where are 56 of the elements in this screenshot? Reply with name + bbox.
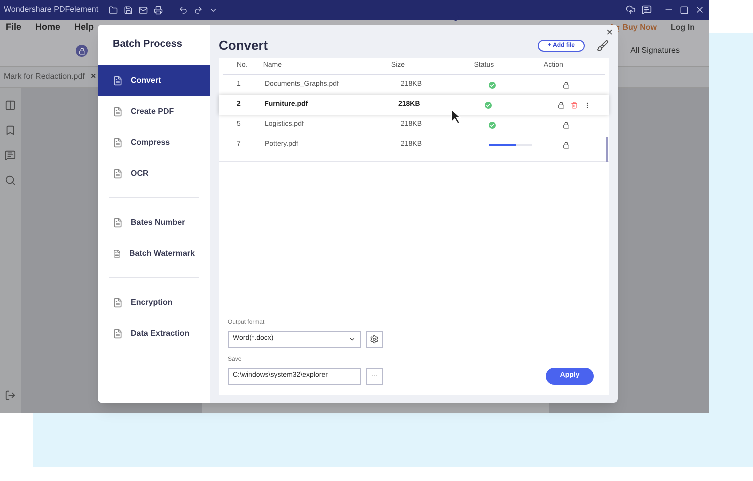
sidebar-item[interactable]: Compress	[98, 127, 210, 158]
close-icon[interactable]	[695, 5, 705, 15]
document-icon	[113, 138, 123, 148]
done-icon	[485, 102, 492, 108]
lock-icon[interactable]	[563, 142, 570, 148]
chevron-icon	[349, 336, 356, 343]
tab-close-button[interactable]: ×	[90, 70, 96, 84]
document-icon	[113, 106, 123, 116]
lock-icon[interactable]	[563, 82, 570, 88]
menu-item[interactable]: File	[6, 21, 22, 35]
menu-item[interactable]: Help	[74, 21, 94, 35]
dialog-title: Batch Process	[112, 38, 184, 52]
gear-icon	[370, 335, 379, 344]
lock-icon[interactable]	[558, 102, 566, 108]
comment-icon[interactable]	[5, 150, 16, 161]
document-icon	[113, 218, 123, 228]
lock-icon[interactable]	[76, 45, 88, 57]
all-signatures-button[interactable]: All Signatures	[630, 45, 680, 57]
undo-icon[interactable]	[178, 6, 188, 14]
brush-icon[interactable]	[597, 40, 609, 52]
sidebar-item[interactable]: OCR	[98, 158, 210, 189]
redo-icon[interactable]	[194, 6, 203, 14]
sidebar-item[interactable]: Bates Number	[98, 207, 210, 238]
mail-icon[interactable]	[138, 6, 148, 14]
exit-icon[interactable]	[5, 390, 16, 401]
lock-icon[interactable]	[563, 122, 570, 128]
document-icon	[113, 298, 123, 308]
folder-icon[interactable]	[108, 6, 118, 14]
close-button[interactable]: ×	[606, 25, 613, 42]
done-icon	[489, 122, 496, 128]
cursor-icon	[451, 109, 463, 125]
settings-button[interactable]	[366, 331, 383, 348]
document-icon	[113, 76, 123, 86]
document-icon	[113, 328, 123, 338]
printer-icon[interactable]	[154, 6, 163, 14]
sidebar-item[interactable]: Batch Watermark	[98, 238, 210, 269]
sidebar-item[interactable]: Create PDF	[98, 96, 210, 127]
sidebar-item[interactable]: Encryption	[98, 287, 210, 318]
maximize-icon[interactable]	[680, 6, 689, 14]
document-icon	[113, 168, 123, 178]
message-icon[interactable]	[642, 5, 652, 15]
app-title: Wondershare PDFelement	[4, 4, 99, 16]
scrollbar	[606, 137, 608, 162]
bookmark-icon[interactable]	[5, 125, 16, 136]
thumbnails-icon[interactable]	[5, 100, 16, 111]
save-icon[interactable]	[124, 6, 133, 14]
sidebar-item[interactable]: Convert	[98, 65, 210, 96]
done-icon	[489, 82, 496, 88]
search-icon[interactable]	[5, 175, 16, 186]
delete-icon[interactable]	[571, 102, 578, 108]
document-icon	[113, 248, 122, 258]
menu-item[interactable]: Home	[36, 21, 61, 35]
login-link[interactable]: Log In	[671, 22, 695, 34]
cloud-icon[interactable]	[626, 5, 636, 15]
sidebar-item[interactable]: Data Extraction	[98, 318, 210, 349]
panel-title: Convert	[219, 37, 268, 56]
